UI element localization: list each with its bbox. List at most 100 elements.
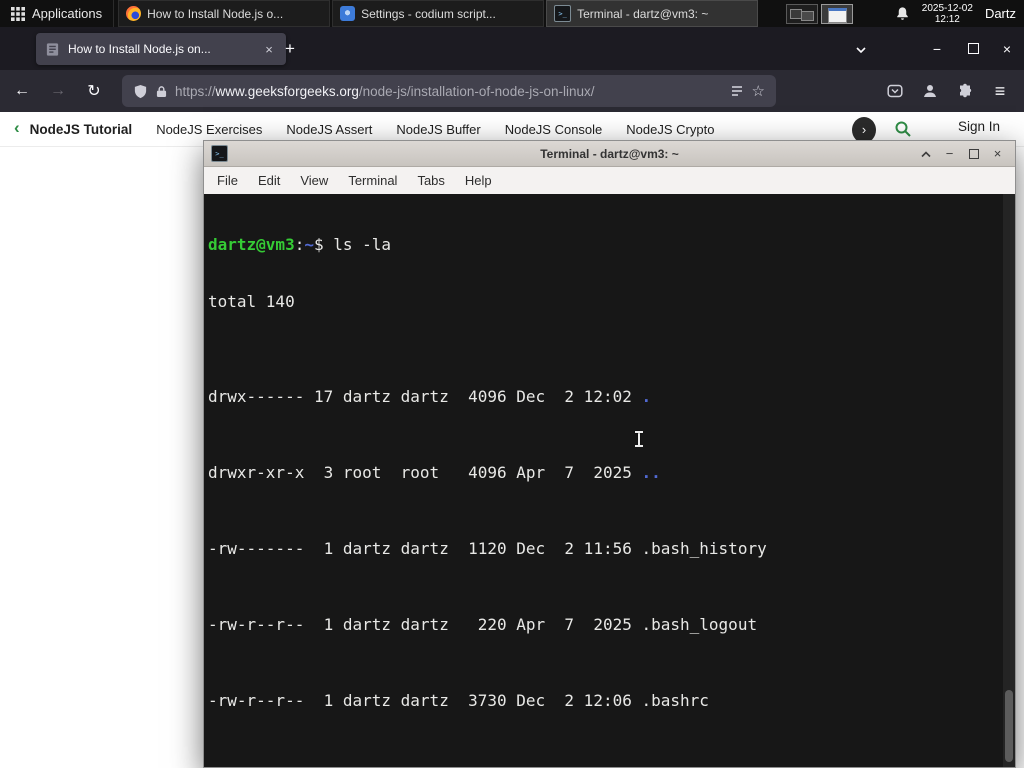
terminal-titlebar[interactable]: Terminal - dartz@vm3: ~ − × <box>204 141 1015 167</box>
tab-close-icon[interactable]: × <box>261 42 277 57</box>
reader-view-icon[interactable] <box>730 84 744 98</box>
file-name: .. <box>641 463 661 482</box>
sign-in-button[interactable]: Sign In <box>958 119 1000 134</box>
prompt-cwd: ~ <box>304 235 314 254</box>
terminal-scrollbar-thumb[interactable] <box>1005 690 1013 762</box>
new-tab-button[interactable]: + <box>277 36 303 62</box>
reload-button[interactable]: ↻ <box>80 77 108 105</box>
terminal-window-title: Terminal - dartz@vm3: ~ <box>540 146 679 161</box>
list-all-tabs-button[interactable] <box>848 38 874 62</box>
screen: Applications How to Install Node.js o...… <box>0 0 1024 768</box>
clock-date: 2025-12-02 <box>921 2 973 14</box>
file-attributes: drwxr-xr-x 3 root root 4096 Apr 7 2025 <box>208 463 642 482</box>
site-nav-item[interactable]: NodeJS Assert <box>286 122 372 137</box>
extensions-puzzle-icon[interactable] <box>951 77 979 105</box>
site-nav-item[interactable]: NodeJS Crypto <box>626 122 714 137</box>
terminal-menu-item[interactable]: Help <box>455 173 502 188</box>
back-button[interactable]: ← <box>8 77 36 105</box>
browser-tab-bar: How to Install Node.js on... × + − × <box>0 27 1024 70</box>
terminal-screen[interactable]: dartz@vm3:~$ ls -la total 140 drwx------… <box>204 194 1015 767</box>
window-title-label: Settings - codium script... <box>361 6 496 21</box>
terminal-menu-item[interactable]: File <box>207 173 248 188</box>
maximize-icon <box>968 148 979 159</box>
window-close-button[interactable]: × <box>992 35 1022 62</box>
lock-icon[interactable] <box>156 85 167 98</box>
panel-window-list: How to Install Node.js o... Settings - c… <box>118 0 760 27</box>
browser-tab[interactable]: How to Install Node.js on... × <box>36 33 286 65</box>
terminal-menubar: File Edit View Terminal Tabs Help <box>204 167 1015 195</box>
window-title-label: How to Install Node.js o... <box>147 6 284 21</box>
terminal-output-line: drwxr-xr-x 3 root root 4096 Apr 7 2025 .… <box>208 463 1015 482</box>
panel-window-button[interactable]: How to Install Node.js o... <box>118 0 331 27</box>
site-search-button[interactable] <box>894 120 912 141</box>
applications-grid-icon <box>11 6 25 21</box>
terminal-rollup-button[interactable] <box>917 145 934 162</box>
panel-window-button[interactable]: Settings - codium script... <box>332 0 545 27</box>
url-text[interactable]: https://www.geeksforgeeks.org/node-js/in… <box>175 84 722 99</box>
search-icon <box>895 121 911 137</box>
pocket-icon[interactable] <box>881 77 909 105</box>
file-attributes: -rw-r--r-- 1 dartz dartz 220 Apr 7 2025 <box>208 615 642 634</box>
nav-scroll-left-chevron-icon[interactable]: ‹ <box>14 118 20 138</box>
tab-title: How to Install Node.js on... <box>68 42 211 56</box>
file-name: .bashrc <box>641 691 709 710</box>
panel-tray: 2025-12-02 12:12 Dartz <box>895 3 1024 25</box>
workspace-1[interactable] <box>786 3 819 24</box>
terminal-prompt-line: dartz@vm3:~$ ls -la <box>208 235 1015 254</box>
window-maximize-button[interactable] <box>958 35 988 62</box>
terminal-close-button[interactable]: × <box>989 145 1006 162</box>
tracking-protection-shield-icon[interactable] <box>133 84 148 99</box>
workspace-2[interactable] <box>821 3 854 24</box>
terminal-output-line: -rw-r--r-- 1 dartz dartz 3730 Dec 2 12:0… <box>208 691 1015 710</box>
terminal-menu-item[interactable]: View <box>290 173 338 188</box>
menu-hamburger-icon[interactable]: ≡ <box>986 77 1014 105</box>
file-name: .bash_history <box>641 539 767 558</box>
terminal-output-line: -rw-r--r-- 1 dartz dartz 220 Apr 7 2025 … <box>208 615 1015 634</box>
applications-menu-button[interactable]: Applications <box>0 0 115 27</box>
chevron-down-icon <box>856 47 866 54</box>
url-path: /node-js/installation-of-node-js-on-linu… <box>358 83 595 99</box>
terminal-output-line: drwx------ 17 dartz dartz 4096 Dec 2 12:… <box>208 387 1015 406</box>
workspace-switcher[interactable] <box>786 3 854 24</box>
bookmark-star-icon[interactable]: ☆ <box>752 82 765 100</box>
terminal-window-icon <box>211 145 228 162</box>
panel-clock: 2025-12-02 12:12 <box>922 3 973 25</box>
forward-button[interactable]: → <box>44 77 72 105</box>
terminal-maximize-button[interactable] <box>965 145 982 162</box>
terminal-minimize-button[interactable]: − <box>941 145 958 162</box>
terminal-menu-item[interactable]: Edit <box>248 173 290 188</box>
site-nav-item[interactable]: NodeJS Exercises <box>156 122 262 137</box>
file-name: . <box>641 387 652 406</box>
clock-time: 12:12 <box>934 13 960 25</box>
site-nav-item[interactable]: NodeJS Tutorial <box>30 122 133 137</box>
terminal-window: Terminal - dartz@vm3: ~ − × File Edit Vi… <box>203 140 1016 768</box>
terminal-menu-item[interactable]: Terminal <box>338 173 407 188</box>
file-attributes: -rw-r--r-- 1 dartz dartz 3730 Dec 2 12:0… <box>208 691 642 710</box>
terminal-menu-item[interactable]: Tabs <box>407 173 454 188</box>
settings-icon <box>340 6 356 21</box>
url-protocol: https:// <box>175 83 216 99</box>
url-host: www.geeksforgeeks.org <box>215 83 359 99</box>
site-nav-item[interactable]: NodeJS Console <box>505 122 603 137</box>
terminal-icon <box>554 5 572 22</box>
terminal-total-line: total 140 <box>208 292 295 311</box>
notifications-bell-icon[interactable] <box>895 6 910 21</box>
applications-label: Applications <box>32 6 103 21</box>
file-attributes: -rw------- 1 dartz dartz 1120 Dec 2 11:5… <box>208 539 642 558</box>
panel-window-button[interactable]: Terminal - dartz@vm3: ~ <box>546 0 759 27</box>
file-attributes: drwx------ 17 dartz dartz 4096 Dec 2 12:… <box>208 387 642 406</box>
prompt-separator: : <box>294 235 305 254</box>
prompt-user-host: dartz@vm3 <box>208 235 295 254</box>
account-icon[interactable] <box>916 77 944 105</box>
prompt-command: ls -la <box>333 235 392 254</box>
terminal-scrollbar[interactable] <box>1003 194 1015 767</box>
site-nav-item[interactable]: NodeJS Buffer <box>396 122 480 137</box>
chevron-up-icon <box>920 150 931 157</box>
url-bar[interactable]: https://www.geeksforgeeks.org/node-js/in… <box>122 75 776 107</box>
desktop-panel: Applications How to Install Node.js o...… <box>0 0 1024 27</box>
terminal-window-controls: − × <box>917 145 1015 162</box>
maximize-icon <box>967 43 979 54</box>
toolbar-right-icons: ≡ <box>881 77 1024 105</box>
window-minimize-button[interactable]: − <box>922 35 952 62</box>
window-title-label: Terminal - dartz@vm3: ~ <box>577 6 709 21</box>
